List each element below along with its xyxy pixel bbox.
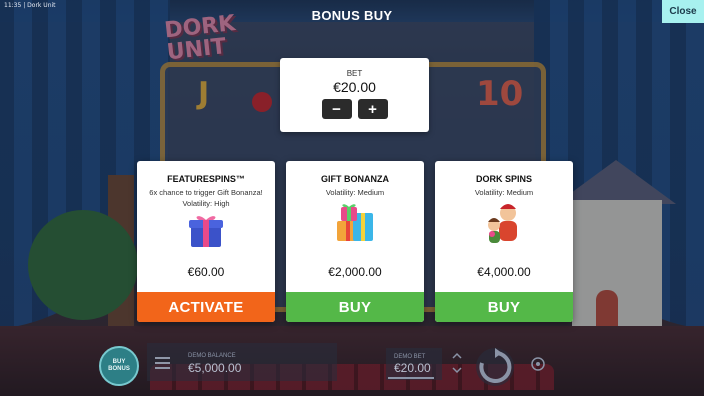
activate-button[interactable]: ACTIVATE xyxy=(137,292,275,322)
bottom-bet-value: €20.00 xyxy=(394,361,431,375)
card-volatility: Volatility: Medium xyxy=(325,188,385,197)
dork-characters-icon xyxy=(435,202,573,244)
balance-panel xyxy=(147,343,337,381)
bonus-card-dork-spins: DORK SPINS Volatility: Medium €4,000.00 … xyxy=(435,161,573,322)
bonus-card-gift-bonanza: GIFT BONANZA Volatility: Medium €2,000.0… xyxy=(286,161,424,322)
bet-down-arrow-icon[interactable] xyxy=(452,365,462,375)
spin-button[interactable] xyxy=(474,346,516,388)
bottom-bet-label: DEMO BET xyxy=(394,354,426,360)
bet-value: €20.00 xyxy=(333,79,376,95)
buy-gift-bonanza-button[interactable]: BUY xyxy=(286,292,424,322)
card-volatility: Volatility: High xyxy=(182,199,230,208)
buy-dork-spins-button[interactable]: BUY xyxy=(435,292,573,322)
increase-bet-button[interactable]: + xyxy=(357,99,388,119)
bet-controls: − + xyxy=(280,99,429,119)
decrease-bet-button[interactable]: − xyxy=(321,99,352,119)
modal-title: BONUS BUY xyxy=(311,8,393,23)
balance-label: DEMO BALANCE xyxy=(188,353,236,359)
autoplay-icon[interactable] xyxy=(530,356,546,372)
card-description: 6x chance to trigger Gift Bonanza! Volat… xyxy=(137,187,275,209)
card-title: GIFT BONANZA xyxy=(321,174,389,184)
bet-label: BET xyxy=(346,69,363,78)
gift-box-icon xyxy=(137,209,275,251)
card-price: €2,000.00 xyxy=(328,265,382,279)
buy-bonus-label-2: BONUS xyxy=(108,366,130,372)
bet-underline xyxy=(388,377,434,379)
card-title: DORK SPINS xyxy=(475,174,532,184)
bet-up-arrow-icon[interactable] xyxy=(452,351,462,361)
card-desc-line: 6x chance to trigger Gift Bonanza! xyxy=(149,188,263,197)
buy-bonus-label: BUY xyxy=(112,359,126,365)
bet-panel: BET €20.00 − + xyxy=(280,58,429,132)
menu-icon[interactable] xyxy=(155,357,170,369)
card-price: €4,000.00 xyxy=(477,265,531,279)
card-description: Volatility: Medium xyxy=(435,187,573,198)
gift-stack-icon xyxy=(286,202,424,244)
balance-value: €5,000.00 xyxy=(188,361,242,375)
close-button[interactable]: Close xyxy=(662,0,704,23)
card-price: €60.00 xyxy=(187,265,225,279)
card-title: FEATURESPINS™ xyxy=(167,174,245,184)
card-volatility: Volatility: Medium xyxy=(474,188,534,197)
card-description: Volatility: Medium xyxy=(286,187,424,198)
buy-bonus-button[interactable]: BUY BONUS xyxy=(99,346,139,386)
bonus-card-featurespins: FEATURESPINS™ 6x chance to trigger Gift … xyxy=(137,161,275,322)
